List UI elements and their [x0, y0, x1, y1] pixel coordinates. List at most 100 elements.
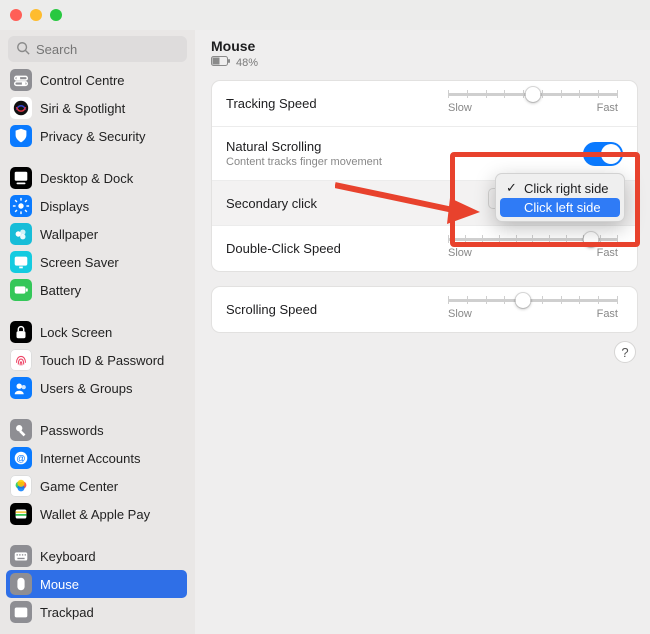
sidebar-item-label: Lock Screen	[40, 325, 112, 340]
displays-icon	[10, 195, 32, 217]
label-natural-scrolling: Natural Scrolling	[226, 139, 382, 154]
menu-item-label: Click right side	[524, 181, 609, 196]
slider-double-click-speed[interactable]: Slow Fast	[443, 238, 623, 259]
sidebar-item-displays[interactable]: Displays	[6, 192, 187, 220]
sidebar-item-label: Mouse	[40, 577, 79, 592]
menu-item-click-left-side[interactable]: Click left side	[500, 198, 620, 217]
slider-scrolling-speed[interactable]: Slow Fast	[443, 299, 623, 320]
secondary-click-menu: ✓ Click right side Click left side	[495, 173, 625, 222]
settings-panel-2: Scrolling Speed Slow Fast	[211, 286, 638, 333]
menu-item-click-right-side[interactable]: ✓ Click right side	[500, 178, 620, 198]
sidebar-item-mouse[interactable]: Mouse	[6, 570, 187, 598]
sidebar-item-wallpaper[interactable]: Wallpaper	[6, 220, 187, 248]
sidebar-scroll[interactable]: AppearanceAccessibilityControl CentreSir…	[0, 68, 195, 634]
internet-accounts-icon: @	[10, 447, 32, 469]
search-icon	[16, 41, 30, 58]
traffic-lights	[10, 9, 62, 21]
page-title: Mouse	[211, 38, 638, 54]
privacy-icon	[10, 125, 32, 147]
control-centre-icon	[10, 69, 32, 91]
label-scrolling-speed: Scrolling Speed	[226, 302, 317, 317]
slider-label-fast: Fast	[597, 102, 618, 114]
siri-icon	[10, 97, 32, 119]
passwords-icon	[10, 419, 32, 441]
sidebar-item-label: Keyboard	[40, 549, 96, 564]
sidebar-item-touch-id[interactable]: Touch ID & Password	[6, 346, 187, 374]
sidebar-item-label: Screen Saver	[40, 255, 119, 270]
keyboard-icon	[10, 545, 32, 567]
content: AppearanceAccessibilityControl CentreSir…	[0, 30, 650, 634]
sidebar: AppearanceAccessibilityControl CentreSir…	[0, 30, 195, 634]
sidebar-item-label: Desktop & Dock	[40, 171, 133, 186]
svg-text:@: @	[16, 454, 25, 464]
slider-label-slow: Slow	[448, 308, 472, 320]
sidebar-item-desktop-dock[interactable]: Desktop & Dock	[6, 164, 187, 192]
slider-label-slow: Slow	[448, 247, 472, 259]
sidebar-item-label: Displays	[40, 199, 89, 214]
touch-id-icon	[10, 349, 32, 371]
sidebar-item-label: Internet Accounts	[40, 451, 140, 466]
sidebar-item-label: Trackpad	[40, 605, 94, 620]
sub-natural-scrolling: Content tracks finger movement	[226, 156, 382, 168]
search-field[interactable]	[8, 36, 187, 62]
minimize-window-button[interactable]	[30, 9, 42, 21]
sidebar-item-lock-screen[interactable]: Lock Screen	[6, 318, 187, 346]
row-scrolling-speed: Scrolling Speed Slow Fast	[212, 287, 637, 332]
sidebar-item-game-center[interactable]: Game Center	[6, 472, 187, 500]
label-tracking-speed: Tracking Speed	[226, 96, 317, 111]
sidebar-item-label: Touch ID & Password	[40, 353, 164, 368]
sidebar-item-passwords[interactable]: Passwords	[6, 416, 187, 444]
battery-text: 48%	[236, 57, 258, 69]
wallpaper-icon	[10, 223, 32, 245]
screensaver-icon	[10, 251, 32, 273]
sidebar-item-screensaver[interactable]: Screen Saver	[6, 248, 187, 276]
sidebar-item-keyboard[interactable]: Keyboard	[6, 542, 187, 570]
lock-screen-icon	[10, 321, 32, 343]
mouse-icon	[10, 573, 32, 595]
close-window-button[interactable]	[10, 9, 22, 21]
label-secondary-click: Secondary click	[226, 196, 317, 211]
sidebar-item-label: Wallet & Apple Pay	[40, 507, 150, 522]
sidebar-item-siri[interactable]: Siri & Spotlight	[6, 94, 187, 122]
battery-icon	[10, 279, 32, 301]
page-header: Mouse 48%	[195, 30, 638, 80]
battery-icon	[211, 56, 231, 70]
sidebar-item-trackpad[interactable]: Trackpad	[6, 598, 187, 626]
users-groups-icon	[10, 377, 32, 399]
settings-window: AppearanceAccessibilityControl CentreSir…	[0, 0, 650, 634]
slider-label-fast: Fast	[597, 308, 618, 320]
trackpad-icon	[10, 601, 32, 623]
wallet-icon	[10, 503, 32, 525]
sidebar-item-label: Users & Groups	[40, 381, 132, 396]
sidebar-item-label: Privacy & Security	[40, 129, 145, 144]
sidebar-item-control-centre[interactable]: Control Centre	[6, 68, 187, 94]
label-double-click-speed: Double-Click Speed	[226, 241, 341, 256]
help-button[interactable]: ?	[614, 341, 636, 363]
sidebar-item-wallet[interactable]: Wallet & Apple Pay	[6, 500, 187, 528]
sidebar-item-label: Wallpaper	[40, 227, 98, 242]
battery-status: 48%	[211, 56, 638, 70]
titlebar	[0, 0, 650, 30]
sidebar-item-label: Control Centre	[40, 73, 125, 88]
sidebar-item-label: Passwords	[40, 423, 104, 438]
sidebar-item-label: Battery	[40, 283, 81, 298]
menu-item-label: Click left side	[524, 200, 601, 215]
slider-label-fast: Fast	[597, 247, 618, 259]
sidebar-item-users-groups[interactable]: Users & Groups	[6, 374, 187, 402]
game-center-icon	[10, 475, 32, 497]
check-icon: ✓	[506, 180, 518, 196]
sidebar-item-internet-accounts[interactable]: @ Internet Accounts	[6, 444, 187, 472]
toggle-natural-scrolling[interactable]	[583, 142, 623, 166]
sidebar-item-label: Siri & Spotlight	[40, 101, 125, 116]
slider-label-slow: Slow	[448, 102, 472, 114]
desktop-dock-icon	[10, 167, 32, 189]
search-input[interactable]	[36, 42, 179, 57]
sidebar-item-battery[interactable]: Battery	[6, 276, 187, 304]
sidebar-item-label: Game Center	[40, 479, 118, 494]
slider-tracking-speed[interactable]: Slow Fast	[443, 93, 623, 114]
row-double-click-speed: Double-Click Speed Slow Fast	[212, 226, 637, 271]
sidebar-item-privacy[interactable]: Privacy & Security	[6, 122, 187, 150]
zoom-window-button[interactable]	[50, 9, 62, 21]
main-pane: Mouse 48% Tracking Speed Slow Fast	[195, 30, 650, 634]
row-tracking-speed: Tracking Speed Slow Fast	[212, 81, 637, 127]
